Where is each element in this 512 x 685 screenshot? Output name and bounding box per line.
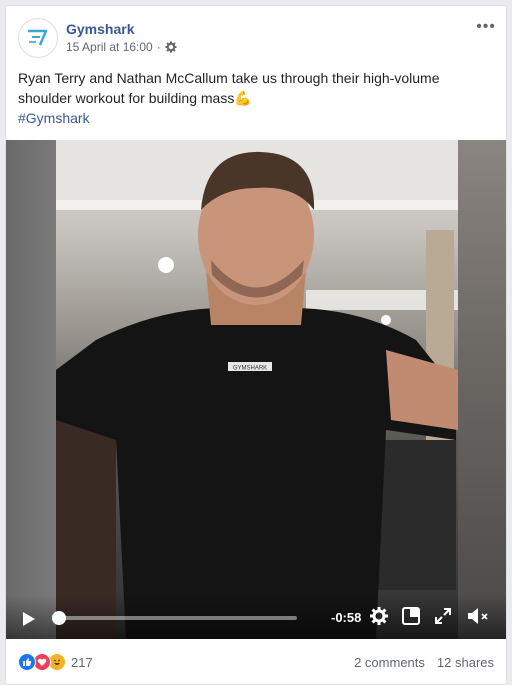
video-frame: GYMSHARK	[56, 140, 458, 639]
fullscreen-icon[interactable]	[435, 608, 451, 624]
page-name[interactable]: Gymshark	[66, 21, 134, 37]
gymshark-logo-icon	[28, 29, 48, 46]
more-options-button[interactable]: •••	[476, 18, 496, 36]
post-text-body: Ryan Terry and Nathan McCallum take us t…	[18, 70, 440, 106]
post-timestamp[interactable]: 15 April at 16:00	[66, 40, 153, 54]
video-scene: GYMSHARK	[56, 140, 458, 639]
engagement-stats: 2 comments 12 shares	[354, 655, 494, 670]
settings-gear-icon[interactable]	[369, 606, 389, 626]
reactions-summary[interactable]: 217	[18, 653, 93, 671]
flexed-biceps-emoji: 💪	[234, 90, 252, 106]
gear-icon[interactable]	[165, 41, 177, 53]
post-header: Gymshark 15 April at 16:00 · •••	[6, 6, 506, 66]
progress-scrubber[interactable]	[51, 611, 66, 625]
post-footer: 217 2 comments 12 shares	[6, 640, 506, 684]
meta-separator: ·	[156, 40, 161, 54]
post-meta: 15 April at 16:00 ·	[66, 40, 177, 54]
time-remaining: -0:58	[331, 610, 362, 625]
comments-count-link[interactable]: 2 comments	[354, 655, 425, 670]
play-icon[interactable]	[22, 611, 36, 627]
shares-count-link[interactable]: 12 shares	[437, 655, 494, 670]
post-card: Gymshark 15 April at 16:00 · ••• Ryan Te…	[5, 5, 507, 685]
video-side-blur	[458, 140, 506, 639]
post-text: Ryan Terry and Nathan McCallum take us t…	[18, 68, 488, 108]
mini-player-icon[interactable]	[402, 607, 420, 625]
mute-icon[interactable]	[466, 606, 490, 626]
hashtag-link[interactable]: #Gymshark	[18, 110, 90, 126]
shirt-logo-text: GYMSHARK	[233, 366, 267, 372]
video-player[interactable]: GYMSHARK -0:58	[6, 140, 506, 639]
like-icon	[18, 653, 36, 671]
page-avatar[interactable]	[18, 18, 58, 58]
video-controls: -0:58	[6, 595, 506, 639]
progress-track[interactable]	[51, 611, 297, 625]
reaction-count: 217	[71, 654, 93, 670]
